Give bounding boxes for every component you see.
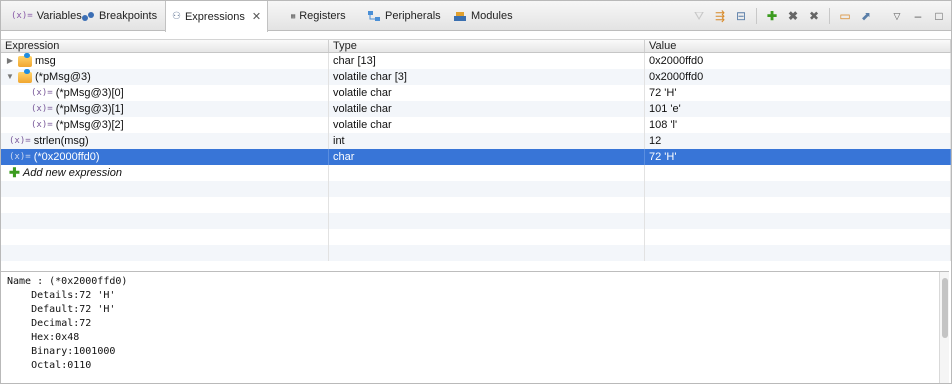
table-row[interactable]: ▶ msg char [13] 0x2000ffd0 xyxy=(1,53,951,69)
details-name: Name : (*0x2000ffd0) xyxy=(7,276,128,287)
empty-row xyxy=(1,213,951,229)
toolbar-separator xyxy=(881,8,882,24)
details-line: Details:72 'H' xyxy=(31,290,116,301)
expand-arrow-icon[interactable]: ▶ xyxy=(5,53,15,69)
view-tab-bar: (x)= Variables Breakpoints ⚇ Expressions… xyxy=(1,1,951,32)
type-cell: char xyxy=(329,149,645,165)
tab-registers[interactable]: ▦ Registers xyxy=(285,1,352,31)
value-cell[interactable]: 72 'H' xyxy=(645,149,951,165)
type-cell: volatile char xyxy=(329,85,645,101)
peripherals-icon xyxy=(367,9,381,23)
empty-row xyxy=(1,229,951,245)
type-cell: volatile char [3] xyxy=(329,69,645,85)
expressions-table: Expression Type Value ▶ msg char [13] 0x… xyxy=(1,39,951,261)
expression-name: (*pMsg@3) xyxy=(35,71,91,83)
expression-name: (*pMsg@3)[1] xyxy=(55,103,124,115)
add-expression-icon[interactable]: ✚ xyxy=(764,8,780,24)
value-cell xyxy=(645,165,951,181)
tab-expressions[interactable]: ⚇ Expressions ✕ xyxy=(165,1,269,32)
details-line: Decimal:72 xyxy=(31,318,92,329)
expression-name: msg xyxy=(35,55,56,67)
expression-name: strlen(msg) xyxy=(33,135,89,147)
toolbar-separator xyxy=(756,8,757,24)
collapse-all-icon[interactable]: ⊟ xyxy=(733,8,749,24)
new-monitor-icon[interactable]: ▭ xyxy=(837,8,853,24)
details-scrollbar[interactable] xyxy=(939,272,949,383)
value-cell[interactable]: 0x2000ffd0 xyxy=(645,53,951,69)
value-cell[interactable]: 12 xyxy=(645,133,951,149)
table-row[interactable]: ▼ (*pMsg@3) volatile char [3] 0x2000ffd0 xyxy=(1,69,951,85)
expression-name: (*0x2000ffd0) xyxy=(33,151,100,163)
toolbar-separator xyxy=(829,8,830,24)
minimize-icon[interactable]: ‒ xyxy=(910,8,926,24)
variable-icon: (x)= xyxy=(9,152,31,162)
tab-expressions-label: Expressions xyxy=(184,10,245,23)
open-view-icon[interactable]: ⬈ xyxy=(858,8,874,24)
type-cell: int xyxy=(329,133,645,149)
show-logical-structure-icon[interactable]: ⇶ xyxy=(712,8,728,24)
type-cell: volatile char xyxy=(329,101,645,117)
empty-row xyxy=(1,245,951,261)
type-cell: char [13] xyxy=(329,53,645,69)
collapse-arrow-icon[interactable]: ▼ xyxy=(5,69,15,85)
expression-name: (*pMsg@3)[0] xyxy=(55,87,124,99)
table-row-selected[interactable]: (x)= (*0x2000ffd0) char 72 'H' xyxy=(1,149,951,165)
column-header-value[interactable]: Value xyxy=(645,40,951,52)
value-cell[interactable]: 0x2000ffd0 xyxy=(645,69,951,85)
tab-registers-label: Registers xyxy=(299,10,346,22)
expression-name: (*pMsg@3)[2] xyxy=(55,119,124,131)
details-text: Name : (*0x2000ffd0) Details:72 'H' Defa… xyxy=(1,272,949,376)
remove-expression-icon[interactable]: ✖ xyxy=(785,8,801,24)
variables-icon: (x)= xyxy=(11,11,33,21)
empty-row xyxy=(1,181,951,197)
details-line: Hex:0x48 xyxy=(31,332,80,343)
view-toolbar: ⛛ ⇶ ⊟ ✚ ✖ ✖ ▭ ⬈ ▽ ‒ □ xyxy=(691,1,947,31)
modules-icon xyxy=(453,9,467,23)
type-cell: volatile char xyxy=(329,117,645,133)
value-cell[interactable]: 101 'e' xyxy=(645,101,951,117)
table-row[interactable]: (x)= strlen(msg) int 12 xyxy=(1,133,951,149)
add-expression-label[interactable]: Add new expression xyxy=(23,165,122,181)
tab-modules-label: Modules xyxy=(471,10,513,22)
view-menu-icon[interactable]: ▽ xyxy=(889,8,905,24)
array-folder-icon xyxy=(18,53,32,67)
tab-peripherals[interactable]: Peripherals xyxy=(361,1,447,31)
type-cell xyxy=(329,165,645,181)
details-pane[interactable]: Name : (*0x2000ffd0) Details:72 'H' Defa… xyxy=(1,271,949,383)
details-line: Default:72 'H' xyxy=(31,304,116,315)
details-line: Binary:1001000 xyxy=(31,346,116,357)
table-row[interactable]: (x)= (*pMsg@3)[0] volatile char 72 'H' xyxy=(1,85,951,101)
variable-icon: (x)= xyxy=(31,120,53,130)
column-header-type[interactable]: Type xyxy=(329,40,645,52)
tab-breakpoints[interactable]: Breakpoints xyxy=(75,1,163,31)
expressions-icon: ⚇ xyxy=(172,11,181,22)
variable-icon: (x)= xyxy=(9,136,31,146)
tab-breakpoints-label: Breakpoints xyxy=(99,10,158,22)
breakpoint-icon xyxy=(81,9,95,23)
variable-icon: (x)= xyxy=(31,88,53,98)
add-icon: ✚ xyxy=(9,165,20,180)
column-header-expression[interactable]: Expression xyxy=(1,40,329,52)
tab-modules[interactable]: Modules xyxy=(447,1,519,31)
expressions-view: (x)= Variables Breakpoints ⚇ Expressions… xyxy=(0,0,952,384)
add-expression-row[interactable]: ✚ Add new expression xyxy=(1,165,951,181)
tab-peripherals-label: Peripherals xyxy=(385,10,441,22)
details-line: Octal:0110 xyxy=(31,360,92,371)
value-cell[interactable]: 72 'H' xyxy=(645,85,951,101)
table-header: Expression Type Value xyxy=(1,39,951,53)
table-row[interactable]: (x)= (*pMsg@3)[2] volatile char 108 'l' xyxy=(1,117,951,133)
empty-row xyxy=(1,197,951,213)
scrollbar-thumb[interactable] xyxy=(942,278,948,338)
table-row[interactable]: (x)= (*pMsg@3)[1] volatile char 101 'e' xyxy=(1,101,951,117)
registers-icon: ▦ xyxy=(291,11,296,20)
variable-icon: (x)= xyxy=(31,104,53,114)
remove-all-expressions-icon[interactable]: ✖ xyxy=(806,8,822,24)
close-icon[interactable]: ✕ xyxy=(252,10,261,23)
show-type-names-icon[interactable]: ⛛ xyxy=(691,8,707,24)
array-folder-icon xyxy=(18,69,32,83)
value-cell[interactable]: 108 'l' xyxy=(645,117,951,133)
maximize-icon[interactable]: □ xyxy=(931,8,947,24)
